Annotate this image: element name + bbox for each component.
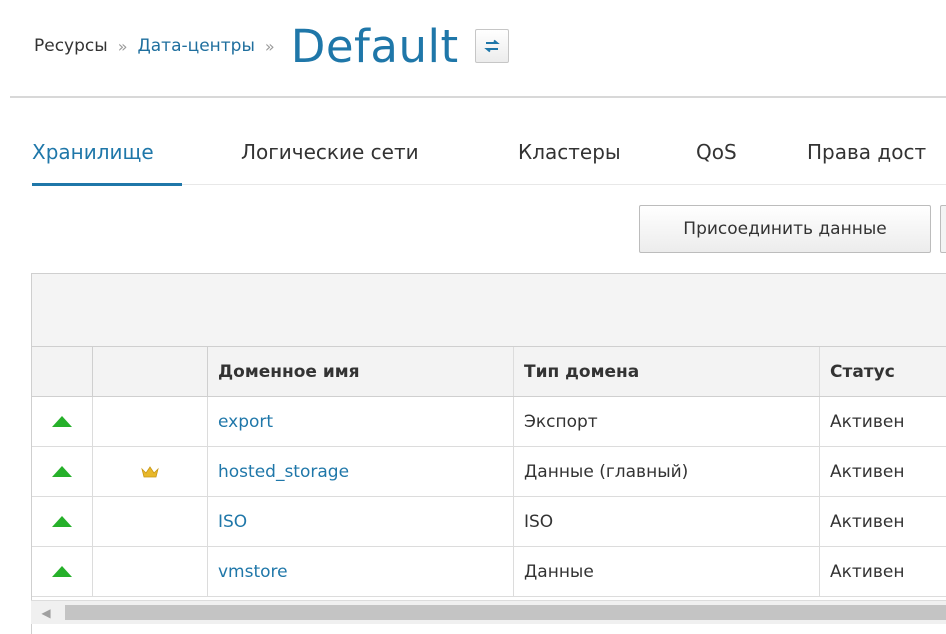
attach-data-label: Присоединить данные <box>683 219 887 239</box>
breadcrumb-separator: » <box>264 36 275 56</box>
status-cell <box>32 397 93 446</box>
table-header-row: Доменное имя Тип домена Статус <box>32 347 946 397</box>
column-header-status[interactable] <box>32 347 93 396</box>
breadcrumb-separator: » <box>117 36 128 56</box>
page-title: Default <box>290 19 459 73</box>
master-cell <box>93 447 208 496</box>
active-tab-indicator <box>32 183 182 186</box>
breadcrumb: Ресурсы » Дата-центры » Default <box>34 6 509 86</box>
status-cell <box>32 497 93 546</box>
domain-name-link[interactable]: ISO <box>208 497 514 546</box>
attach-data-button[interactable]: Присоединить данные <box>639 205 931 253</box>
domain-name-link[interactable]: vmstore <box>208 547 514 596</box>
domain-type: Данные (главный) <box>514 447 820 496</box>
up-arrow-icon <box>52 516 72 527</box>
subtab-bar: Хранилище Логические сети Кластеры QoS П… <box>32 132 946 186</box>
status-cell <box>32 547 93 596</box>
tab-label: Права дост <box>807 140 927 164</box>
tab-label: Кластеры <box>518 140 621 164</box>
tab-permissions[interactable]: Права дост <box>807 140 926 164</box>
table-row[interactable]: vmstore Данные Активен <box>32 547 946 597</box>
column-header-master[interactable] <box>93 347 208 396</box>
up-arrow-icon <box>52 416 72 427</box>
switch-view-button[interactable] <box>474 29 509 63</box>
domain-type: Экспорт <box>514 397 820 446</box>
tab-qos[interactable]: QoS <box>696 140 737 164</box>
status-cell <box>32 447 93 496</box>
swap-arrows-icon <box>483 39 500 53</box>
domain-status: Активен <box>820 397 946 446</box>
domain-name-link[interactable]: export <box>208 397 514 446</box>
table-row[interactable]: hosted_storage Данные (главный) Активен <box>32 447 946 497</box>
domain-status: Активен <box>820 547 946 596</box>
storage-grid: Доменное имя Тип домена Статус export Эк… <box>31 273 946 634</box>
tab-logical-networks[interactable]: Логические сети <box>241 140 419 164</box>
domain-type: Данные <box>514 547 820 596</box>
up-arrow-icon <box>52 466 72 477</box>
header-divider <box>10 96 946 98</box>
table-row[interactable]: export Экспорт Активен <box>32 397 946 447</box>
master-cell <box>93 497 208 546</box>
column-header-status-text[interactable]: Статус <box>820 347 946 396</box>
master-cell <box>93 397 208 446</box>
tab-storage[interactable]: Хранилище <box>32 140 154 164</box>
tab-label: Логические сети <box>241 140 419 164</box>
breadcrumb-resources[interactable]: Ресурсы <box>34 36 108 56</box>
domain-name-link[interactable]: hosted_storage <box>208 447 514 496</box>
master-cell <box>93 547 208 596</box>
tab-clusters[interactable]: Кластеры <box>518 140 621 164</box>
table-row[interactable]: ISO ISO Активен <box>32 497 946 547</box>
tab-label: QoS <box>696 140 737 164</box>
domain-status: Активен <box>820 497 946 546</box>
breadcrumb-datacenters[interactable]: Дата-центры <box>137 36 254 56</box>
column-header-domain-type[interactable]: Тип домена <box>514 347 820 396</box>
scroll-left-arrow-icon[interactable]: ◀ <box>31 601 61 624</box>
horizontal-scrollbar[interactable]: ◀ <box>31 600 946 624</box>
column-header-domain-name[interactable]: Доменное имя <box>208 347 514 396</box>
tab-label: Хранилище <box>32 140 154 164</box>
domain-status: Активен <box>820 447 946 496</box>
grid-toolbar <box>32 274 946 347</box>
up-arrow-icon <box>52 566 72 577</box>
domain-type: ISO <box>514 497 820 546</box>
attach-iso-button[interactable] <box>940 205 946 253</box>
scrollbar-thumb[interactable] <box>65 605 946 620</box>
crown-icon <box>141 465 159 478</box>
